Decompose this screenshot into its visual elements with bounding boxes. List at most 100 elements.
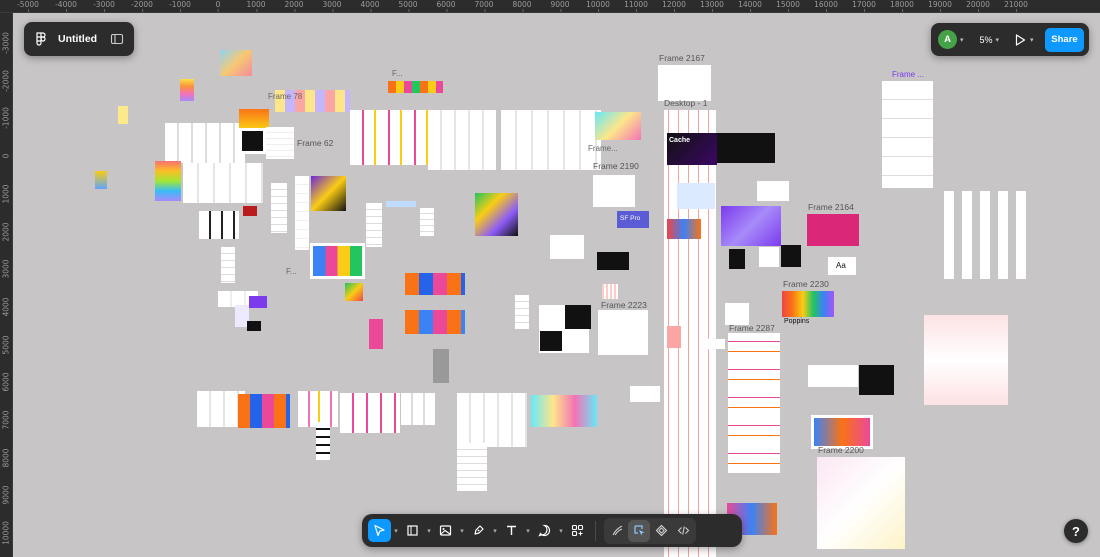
chevron-down-icon[interactable]: ▾ (457, 527, 467, 535)
frame-thumbnail[interactable] (433, 349, 449, 383)
move-tool-icon[interactable] (368, 519, 391, 542)
frame-thumbnail[interactable] (457, 443, 487, 491)
frame-thumbnail[interactable] (457, 393, 527, 447)
frame-2167[interactable] (658, 65, 711, 101)
frame-thumbnail[interactable] (703, 339, 725, 349)
frame-thumbnail[interactable] (388, 81, 443, 93)
image-tool-icon[interactable] (434, 519, 457, 542)
chevron-down-icon[interactable]: ▾ (1030, 36, 1034, 44)
chevron-down-icon[interactable]: ▾ (523, 527, 533, 535)
frame-thumbnail[interactable] (759, 247, 779, 267)
frame-thumbnail[interactable] (565, 305, 591, 329)
chevron-down-icon[interactable]: ▾ (424, 527, 434, 535)
frame-thumbnail[interactable] (420, 208, 434, 236)
frame-thumbnail[interactable] (199, 211, 239, 239)
frame-thumbnail[interactable] (95, 171, 107, 189)
comment-tool-icon[interactable] (533, 519, 556, 542)
frame-thumbnail[interactable] (401, 393, 435, 425)
frame-thumbnail[interactable] (859, 365, 894, 395)
text-tool-icon[interactable] (500, 519, 523, 542)
frame-2200[interactable] (817, 457, 905, 549)
frame-thumbnail[interactable] (595, 112, 641, 140)
frame-2230[interactable] (782, 291, 834, 317)
frame-thumbnail[interactable] (501, 110, 601, 170)
canvas-text-poppins: Poppins (784, 318, 810, 325)
frame-thumbnail[interactable] (593, 175, 635, 207)
frame-thumbnail[interactable] (550, 235, 584, 259)
frame-thumbnail[interactable] (405, 273, 465, 295)
frame-thumbnail[interactable] (428, 110, 496, 170)
frame-thumbnail[interactable] (165, 123, 245, 163)
frame-thumbnail[interactable] (721, 206, 781, 246)
figma-logo-icon[interactable] (34, 32, 48, 46)
share-button[interactable]: Share (1045, 27, 1084, 52)
frame-thumbnail[interactable] (239, 128, 266, 154)
frame-thumbnail[interactable] (345, 283, 363, 301)
frame-thumbnail[interactable] (757, 181, 789, 201)
frame-thumbnail[interactable] (316, 422, 330, 460)
frame-thumbnail[interactable] (238, 394, 290, 428)
components-mode-icon[interactable] (650, 520, 672, 542)
chevron-down-icon[interactable]: ▾ (556, 527, 566, 535)
draw-mode-icon[interactable] (606, 520, 628, 542)
frame-thumbnail[interactable] (295, 176, 309, 250)
dev-mode-icon[interactable] (672, 520, 694, 542)
frame-thumbnail[interactable] (924, 315, 1008, 405)
frame-thumbnail[interactable] (808, 365, 858, 387)
pen-tool-icon[interactable] (467, 519, 490, 542)
frame-thumbnail[interactable] (266, 127, 294, 159)
frame-thumbnail[interactable] (366, 203, 382, 247)
frame-thumbnail[interactable] (340, 393, 400, 433)
frame-thumbnail[interactable] (781, 245, 801, 267)
frame-thumbnail[interactable] (531, 395, 597, 427)
frame-thumbnail[interactable] (311, 176, 346, 211)
frame-thumbnail[interactable] (677, 183, 715, 209)
chevron-down-icon[interactable]: ▾ (490, 527, 500, 535)
frame-thumbnail[interactable] (247, 321, 261, 331)
frame-thumbnail[interactable] (369, 319, 383, 349)
frame-thumbnail[interactable] (598, 310, 648, 355)
frame-thumbnail[interactable] (183, 163, 263, 203)
frame-thumbnail[interactable] (597, 252, 629, 270)
frame-thumbnail[interactable] (405, 310, 465, 334)
chevron-down-icon[interactable]: ▾ (960, 36, 964, 44)
frame-thumbnail[interactable] (938, 191, 1028, 279)
design-mode-icon[interactable] (628, 519, 650, 542)
frame-thumbnail[interactable] (725, 303, 749, 325)
frame-thumbnail[interactable] (243, 206, 257, 216)
frame-thumbnail[interactable] (667, 219, 701, 239)
sidebar-toggle-icon[interactable] (110, 32, 124, 46)
frame-thumbnail[interactable] (118, 106, 128, 124)
frame-thumbnail[interactable] (386, 201, 416, 207)
frame-thumbnail[interactable] (515, 295, 529, 329)
frame-thumbnail[interactable] (602, 284, 618, 299)
frame-thumbnail[interactable] (271, 183, 287, 233)
frame-thumbnail[interactable] (717, 133, 775, 163)
frame-thumbnail[interactable] (350, 110, 430, 165)
help-button[interactable]: ? (1064, 519, 1088, 543)
frame-thumbnail[interactable] (630, 386, 660, 402)
frame-thumbnail[interactable] (882, 81, 933, 188)
avatar[interactable]: A (938, 30, 957, 49)
zoom-level[interactable]: 5% (980, 35, 993, 45)
frame-thumbnail[interactable] (220, 50, 252, 76)
frame-thumbnail[interactable] (729, 249, 745, 269)
actions-tool-icon[interactable] (566, 519, 589, 542)
frame-thumbnail[interactable] (249, 296, 267, 308)
frame-2287[interactable] (728, 333, 780, 473)
frame-thumbnail[interactable] (180, 79, 194, 101)
frame-thumbnail[interactable] (667, 326, 681, 348)
file-name[interactable]: Untitled (58, 33, 97, 45)
frame-thumbnail[interactable] (475, 193, 518, 236)
frame-thumbnail[interactable] (310, 243, 365, 279)
present-play-icon[interactable] (1013, 33, 1027, 47)
frame-tool-icon[interactable] (401, 519, 424, 542)
frame-thumbnail[interactable] (540, 331, 562, 351)
frame-2164[interactable] (807, 214, 859, 246)
chevron-down-icon[interactable]: ▾ (391, 527, 401, 535)
canvas[interactable]: Frame 62 Frame 2167 Desktop - 1 Frame 21… (13, 13, 1100, 557)
frame-thumbnail[interactable] (155, 161, 181, 201)
chevron-down-icon[interactable]: ▾ (996, 36, 1000, 44)
frame-thumbnail[interactable] (221, 247, 235, 283)
frame-thumbnail[interactable] (811, 415, 873, 449)
